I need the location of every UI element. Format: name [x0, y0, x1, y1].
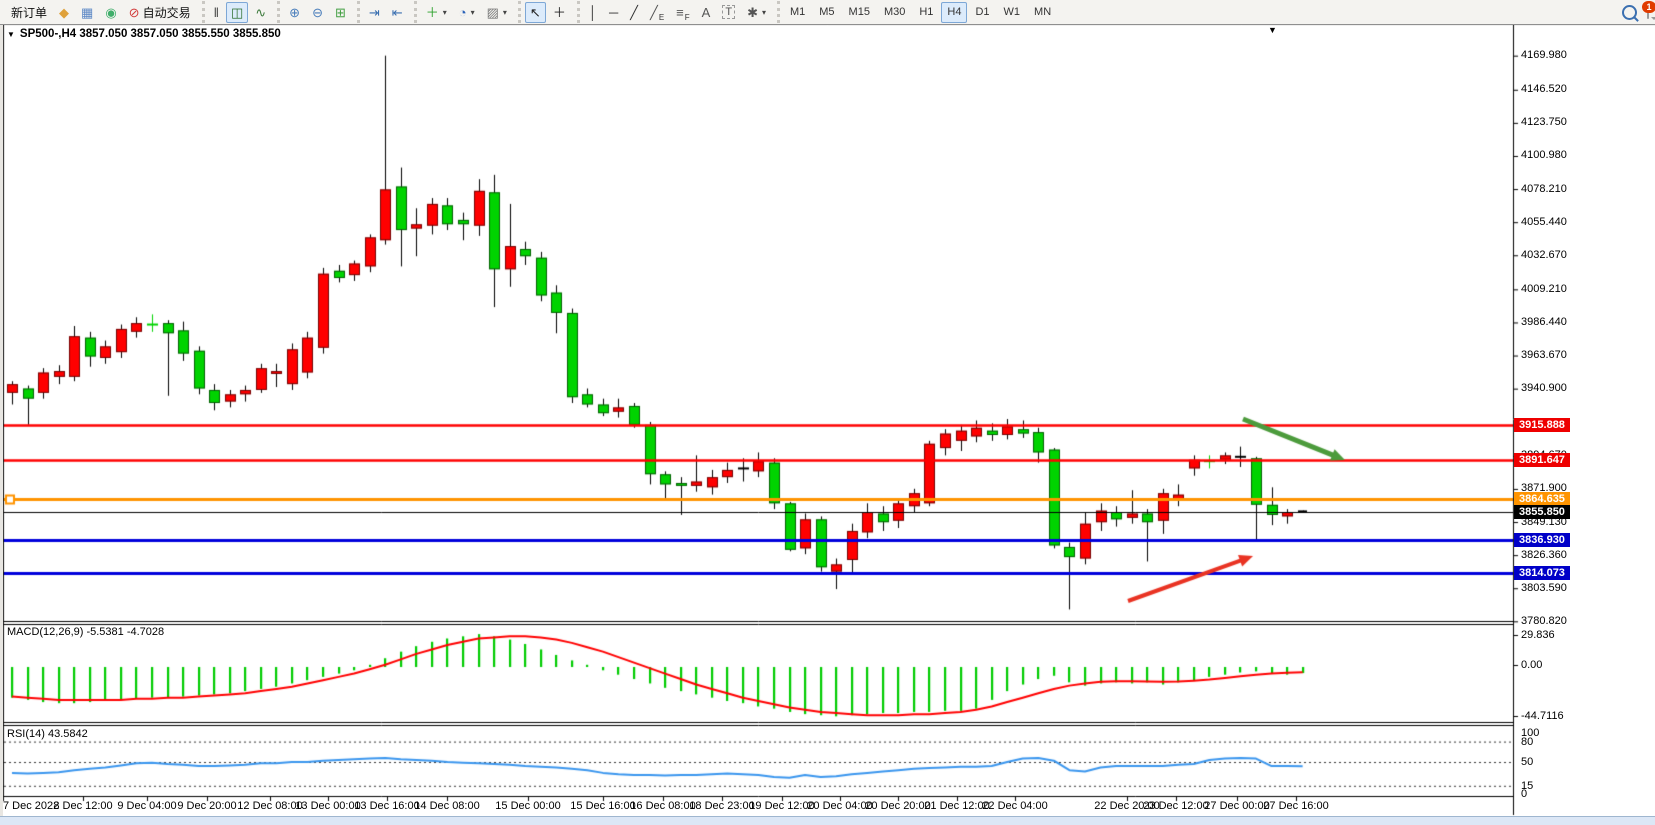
trendline-icon: ╱	[630, 6, 638, 19]
market-watch-button[interactable]: ◆	[54, 2, 74, 23]
window-bottom-strip	[0, 816, 1655, 825]
arrows-button[interactable]: ✱▾	[742, 2, 771, 23]
data-window-button[interactable]: ▦	[76, 2, 98, 23]
tool-letter-label: F	[685, 14, 690, 22]
arrows-icon: ✱	[747, 6, 758, 19]
equidistant-channel-button[interactable]: ╱E	[645, 2, 669, 23]
search-icon[interactable]	[1622, 5, 1637, 20]
cursor-icon: ↖	[530, 6, 541, 19]
candlestick-chart-icon: ◫	[231, 6, 243, 19]
autotrade-button[interactable]: ⊘自动交易	[124, 2, 196, 23]
toolbar-group: ⇥⇤	[357, 1, 412, 23]
tile-windows-icon: ⊞	[335, 6, 346, 19]
chat-button[interactable]: 1	[1647, 6, 1649, 18]
vertical-line-button[interactable]: │	[584, 2, 602, 23]
auto-scroll-button[interactable]: ⇥	[364, 2, 385, 23]
window-left-edge	[0, 24, 3, 816]
timeframe-w1[interactable]: W1	[998, 2, 1027, 23]
tile-windows-button[interactable]: ⊞	[330, 2, 351, 23]
trendline-button[interactable]: ╱	[625, 2, 643, 23]
indicators-button[interactable]: ＋▾	[421, 2, 452, 23]
line-chart-icon: ∿	[255, 6, 266, 19]
zoom-in-button[interactable]: ⊕	[284, 2, 305, 23]
chart-shift-icon: ⇤	[392, 6, 403, 19]
candlestick-chart-button[interactable]: ◫	[226, 2, 248, 23]
trading-app-window: 新订单◆▦◉⊘自动交易‖◫∿⊕⊖⊞⇥⇤＋▾◔▾▨▾↖＋│─╱╱E≡FAT✱▾M1…	[0, 0, 1655, 825]
auto-scroll-icon: ⇥	[369, 6, 380, 19]
fibonacci-icon: ≡	[676, 6, 684, 19]
periods-icon: ◔	[459, 6, 467, 19]
cursor-button[interactable]: ↖	[525, 2, 546, 23]
dropdown-caret-icon: ▾	[471, 8, 475, 17]
navigator-icon: ◉	[105, 6, 116, 19]
new-order-button[interactable]: 新订单	[6, 2, 52, 23]
text-button[interactable]: A	[697, 2, 716, 23]
dropdown-caret-icon: ▾	[443, 8, 447, 17]
toolbar-group: │─╱╱E≡FAT✱▾	[577, 1, 775, 23]
zoom-in-icon: ⊕	[289, 6, 300, 19]
fibonacci-button[interactable]: ≡F	[671, 2, 694, 23]
new-order-button-label: 新订单	[11, 4, 47, 21]
bar-chart-icon: ‖	[214, 6, 219, 19]
timeframe-m1[interactable]: M1	[784, 2, 811, 23]
periods-button[interactable]: ◔▾	[454, 2, 480, 23]
equidistant-channel-icon: ╱	[650, 6, 658, 19]
zoom-out-icon: ⊖	[312, 6, 323, 19]
horizontal-line-icon: ─	[609, 6, 618, 19]
data-window-icon: ▦	[81, 6, 93, 19]
autotrade-button-label: 自动交易	[143, 4, 191, 21]
tool-letter-label: E	[659, 14, 664, 22]
line-chart-button[interactable]: ∿	[250, 2, 271, 23]
templates-button[interactable]: ▨▾	[482, 2, 512, 23]
market-watch-icon: ◆	[59, 6, 69, 19]
timeframe-d1[interactable]: D1	[969, 2, 995, 23]
indicators-icon: ＋	[426, 6, 439, 19]
navigator-button[interactable]: ◉	[100, 2, 121, 23]
timeframe-mn[interactable]: MN	[1028, 2, 1057, 23]
dropdown-caret-icon: ▾	[503, 8, 507, 17]
chart-canvas[interactable]	[0, 0, 1655, 825]
text-label-icon: T	[722, 5, 735, 19]
horizontal-line-button[interactable]: ─	[604, 2, 623, 23]
text-icon: A	[702, 6, 711, 19]
toolbar-group: ‖ ◫ ∿	[202, 1, 276, 23]
toolbar-group: ＋▾◔▾▨▾	[414, 1, 516, 23]
toolbar-group: ⊕ ⊖ ⊞	[277, 1, 355, 23]
timeframe-m15[interactable]: M15	[843, 2, 876, 23]
timeframe-h1[interactable]: H1	[913, 2, 939, 23]
bar-chart-button[interactable]: ‖	[209, 2, 224, 23]
vertical-line-icon: │	[589, 6, 597, 19]
dropdown-caret-icon: ▾	[762, 8, 766, 17]
timeframe-m5[interactable]: M5	[813, 2, 840, 23]
chat-badge: 1	[1642, 1, 1655, 13]
autotrade-icon: ⊘	[129, 6, 140, 19]
timeframe-group: M1M5M15M30H1H4D1W1MN	[777, 1, 1061, 23]
main-toolbar: 新订单◆▦◉⊘自动交易‖◫∿⊕⊖⊞⇥⇤＋▾◔▾▨▾↖＋│─╱╱E≡FAT✱▾M1…	[0, 0, 1655, 25]
text-label-button[interactable]: T	[717, 2, 740, 23]
crosshair-button[interactable]: ＋	[548, 2, 571, 23]
templates-icon: ▨	[487, 6, 499, 19]
toolbar-group: 新订单 ◆ ▦ ◉ ⊘自动交易	[2, 1, 200, 23]
timeframe-h4[interactable]: H4	[941, 2, 967, 23]
crosshair-icon: ＋	[553, 6, 566, 19]
toolbar-group: ↖＋	[518, 1, 575, 23]
timeframe-m30[interactable]: M30	[878, 2, 911, 23]
toolbar-right: 1	[1622, 0, 1649, 24]
zoom-out-button[interactable]: ⊖	[307, 2, 328, 23]
chart-shift-button[interactable]: ⇤	[387, 2, 408, 23]
